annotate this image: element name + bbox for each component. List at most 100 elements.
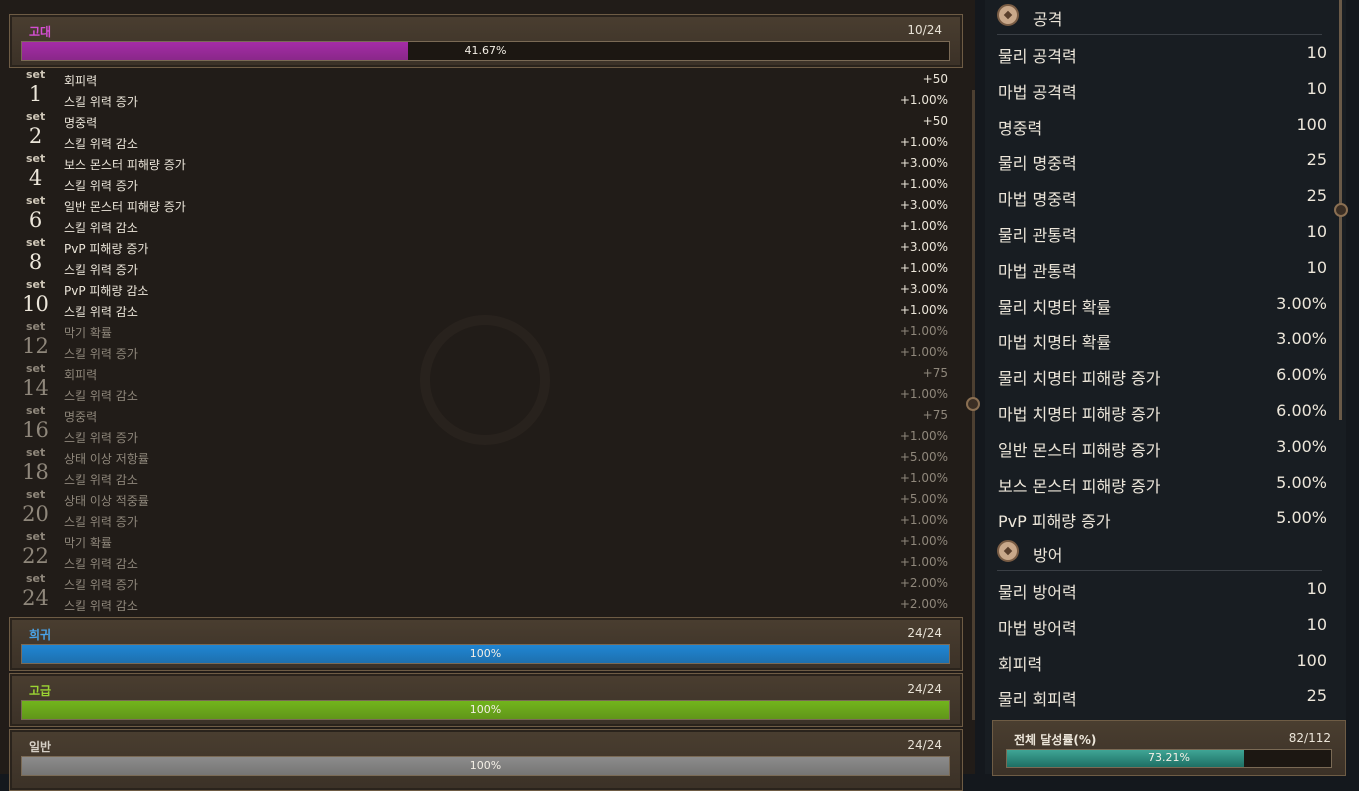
effect-name: 막기 확률 [64,326,112,340]
set-effect-row: 스킬 위력 감소 +1.00% [64,217,948,238]
effect-name: PvP 피해량 증가 [64,242,149,256]
effect-name: 상태 이상 적중률 [64,494,149,508]
tier-header[interactable]: 희귀 24/24 100% [9,617,963,671]
tier-percent: 100% [469,759,502,772]
effect-value: +2.00% [899,597,948,611]
set-tag: set [26,236,46,249]
stat-name: 마법 공격력 [998,82,1077,102]
effect-name: 막기 확률 [64,536,112,550]
effect-value: +1.00% [899,303,948,317]
set-number: 8 [28,250,43,274]
set-group: set 12 막기 확률 +1.00% 스킬 위력 증가 +1.00% [9,320,961,364]
effect-name: 스킬 위력 감소 [64,389,138,403]
effect-name: 회피력 [64,74,98,88]
tier-count: 10/24 [907,23,942,37]
set-effect-row: 스킬 위력 증가 +1.00% [64,427,948,448]
effect-value: +1.00% [899,387,948,401]
set-tag: set [26,362,46,375]
tier-name: 고급 [29,684,52,698]
tier-progress-bar: 100% [21,756,950,776]
set-effect-row: 스킬 위력 감소 +1.00% [64,469,948,490]
category-emblem-icon [997,4,1019,26]
effect-value: +1.00% [899,324,948,338]
set-number: 20 [22,502,49,526]
category-label: 공격 [1033,10,1063,29]
effect-value: +1.00% [899,555,948,569]
set-group: set 20 상태 이상 적중률 +5.00% 스킬 위력 증가 +1.00% [9,488,961,532]
collection-panel: 고대 10/24 41.67% 희귀 24/24 100% 고급 24/24 100% 일반 24/… [0,0,980,791]
effect-value: +3.00% [899,198,948,212]
effect-name: 보스 몬스터 피해량 증가 [64,158,186,172]
set-bonus-list[interactable]: set 1 회피력 +50 스킬 위력 증가 +1.00% set 2 명중력 +50 스킬 위력 … [9,68,961,616]
effect-value: +5.00% [899,492,948,506]
set-number: 2 [28,124,43,148]
divider-knob-icon[interactable] [966,397,980,411]
category-label: 방어 [1033,546,1063,565]
effect-value: +5.00% [899,450,948,464]
set-effect-row: 명중력 +75 [64,406,948,427]
set-number: 4 [28,166,43,190]
set-tag: set [26,572,46,585]
stat-value: 100 [1296,650,1327,670]
tier-header[interactable]: 일반 24/24 100% [9,729,963,791]
stat-value: 5.00% [1276,472,1327,492]
effect-name: 스킬 위력 감소 [64,221,138,235]
tier-header[interactable]: 고급 24/24 100% [9,673,963,727]
stat-row: 회피력 100 [998,644,1327,680]
category-header-attack: 공격 [997,0,1322,35]
stats-panel[interactable]: 공격 물리 공격력 10 마법 공격력 10 명중력 100 물리 명중력 25 마법 명중력 25… [985,0,1346,774]
effect-value: +1.00% [899,135,948,149]
set-effect-row: 스킬 위력 증가 +1.00% [64,175,948,196]
effect-name: 일반 몬스터 피해량 증가 [64,200,186,214]
set-number: 14 [22,376,49,400]
stat-value: 25 [1306,186,1327,206]
effect-name: 회피력 [64,368,98,382]
effect-name: 스킬 위력 감소 [64,137,138,151]
effect-value: +3.00% [899,156,948,170]
set-group: set 24 스킬 위력 증가 +2.00% 스킬 위력 감소 +2.00% [9,572,961,616]
stat-name: 명중력 [998,118,1043,138]
effect-value: +75 [922,408,948,422]
effect-name: 스킬 위력 감소 [64,557,138,571]
set-effect-row: 상태 이상 저항률 +5.00% [64,448,948,469]
tier-name: 희귀 [29,628,52,642]
tier-count: 24/24 [907,626,942,640]
set-effect-row: 스킬 위력 감소 +2.00% [64,595,948,616]
stat-name: 마법 관통력 [998,261,1077,281]
tier-progress-bar: 41.67% [21,41,950,61]
set-group: set 16 명중력 +75 스킬 위력 증가 +1.00% [9,404,961,448]
stat-row: 마법 관통력 10 [998,251,1327,287]
stat-row: 마법 방어력 10 [998,608,1327,644]
set-group: set 14 회피력 +75 스킬 위력 감소 +1.00% [9,362,961,406]
stat-name: 마법 명중력 [998,190,1077,210]
stat-value: 6.00% [1276,365,1327,385]
set-effect-row: 회피력 +75 [64,364,948,385]
set-number: 24 [22,586,49,610]
total-achievement: 전체 달성률(%) 82/112 73.21% [992,720,1346,776]
effect-value: +1.00% [899,93,948,107]
category-emblem-icon [997,540,1019,562]
stat-name: 마법 치명타 확률 [998,333,1112,353]
stat-name: 물리 명중력 [998,154,1077,174]
stat-value: 10 [1306,43,1327,62]
set-tag: set [26,68,46,81]
set-number: 1 [28,82,43,106]
stat-value: 6.00% [1276,401,1327,420]
set-effect-row: PvP 피해량 증가 +3.00% [64,238,948,259]
set-group: set 22 막기 확률 +1.00% 스킬 위력 감소 +1.00% [9,530,961,574]
tier-percent: 100% [469,647,502,660]
effect-value: +1.00% [899,261,948,275]
tier-count: 24/24 [907,738,942,752]
stat-name: 일반 몬스터 피해량 증가 [998,440,1161,460]
set-effect-row: 스킬 위력 증가 +2.00% [64,574,948,595]
scroll-knob-icon[interactable] [1334,203,1348,217]
stat-value: 100 [1296,114,1327,134]
set-tag: set [26,152,46,165]
set-tag: set [26,278,46,291]
set-tag: set [26,404,46,417]
total-percent: 73.21% [1148,751,1190,764]
set-effect-row: 보스 몬스터 피해량 증가 +3.00% [64,154,948,175]
stat-row: 마법 명중력 25 [998,179,1327,215]
tier-header[interactable]: 고대 10/24 41.67% [9,14,963,68]
stat-value: 3.00% [1276,293,1327,313]
